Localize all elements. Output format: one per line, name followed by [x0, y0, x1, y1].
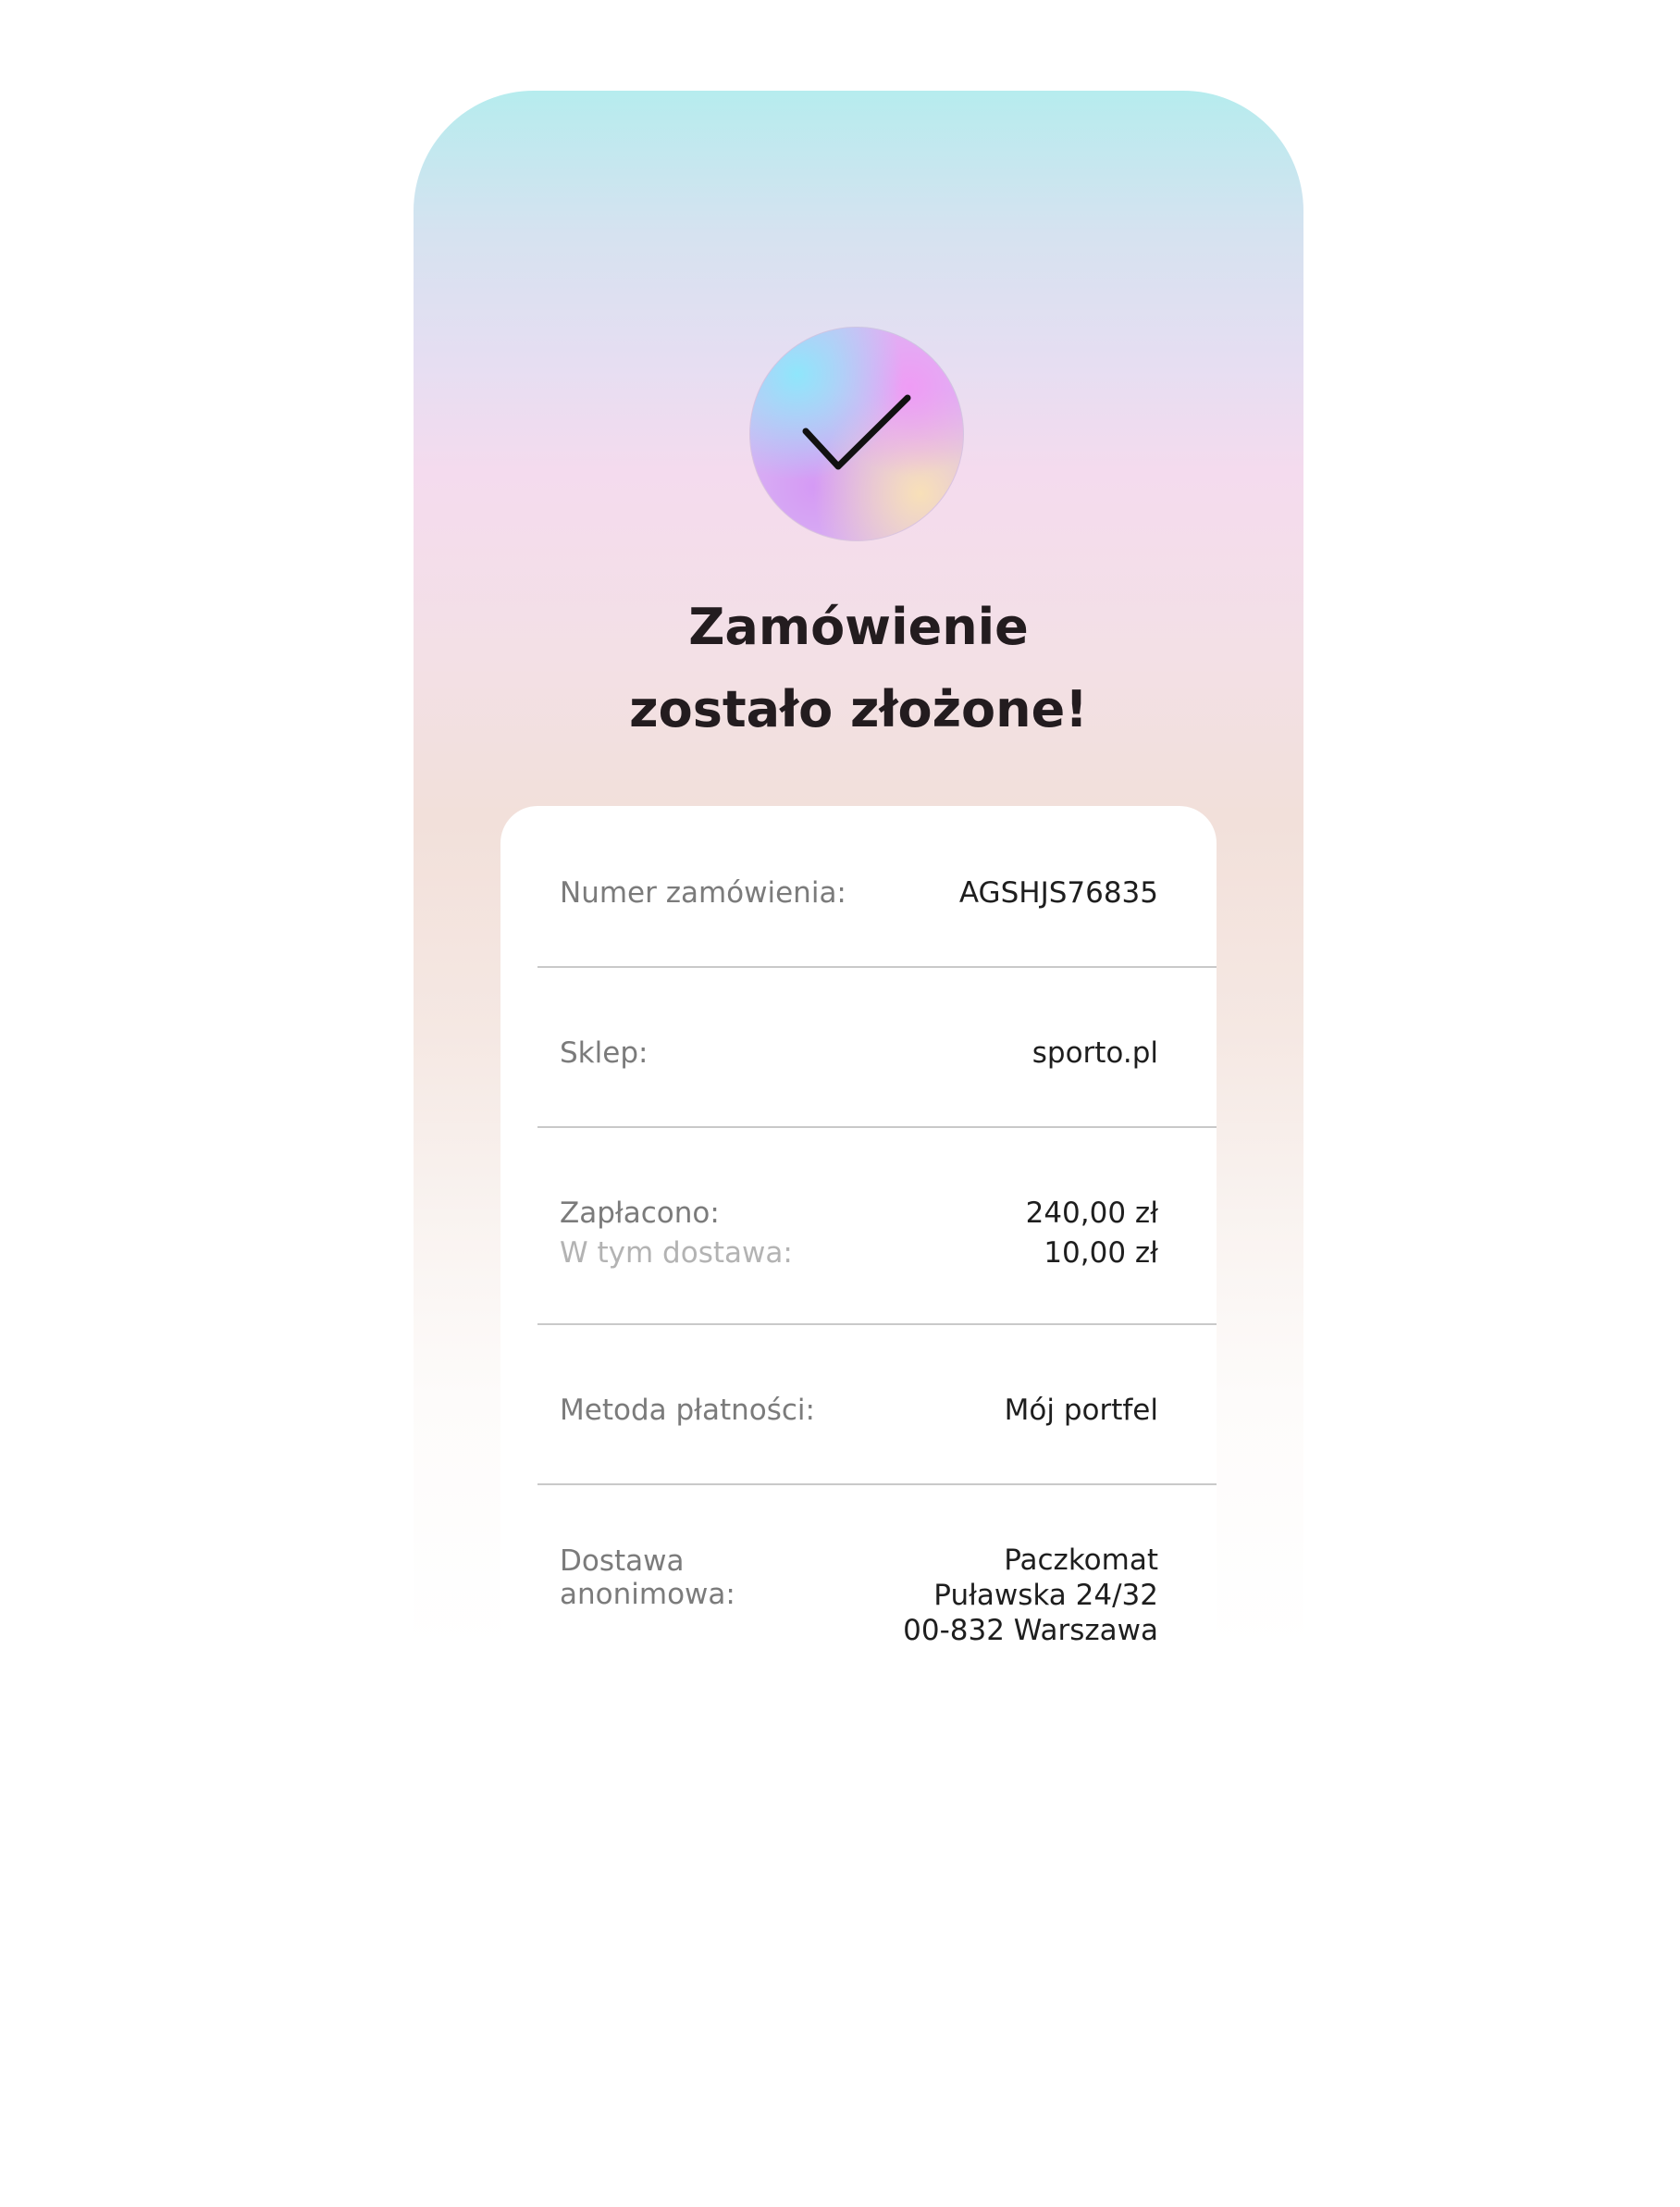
delivery-value-line3: 00-832 Warszawa — [903, 1614, 1158, 1647]
paid-label: Zapłacono: — [560, 1196, 720, 1230]
row-order-number: Numer zamówienia: AGSHJS76835 — [537, 806, 1217, 968]
success-badge — [750, 328, 963, 540]
delivery-value-line2: Puławska 24/32 — [933, 1579, 1158, 1612]
order-summary-card: Numer zamówienia: AGSHJS76835 Sklep: spo… — [500, 806, 1217, 1800]
paid-value: 240,00 zł — [1025, 1196, 1158, 1230]
checkmark-icon — [802, 394, 911, 470]
delivery-label-line2: anonimowa: — [560, 1578, 735, 1611]
page-title-line2: zostało złożone! — [629, 680, 1088, 738]
shipping-included-value: 10,00 zł — [1044, 1236, 1158, 1270]
order-number-label: Numer zamówienia: — [560, 876, 846, 910]
payment-method-label: Metoda płatności: — [560, 1394, 815, 1427]
row-payment-amount: Zapłacono: 240,00 zł W tym dostawa: 10,0… — [537, 1128, 1217, 1325]
row-delivery: Dostawa anonimowa: Paczkomat Puławska 24… — [537, 1485, 1217, 1763]
page-title-line1: Zamówienie — [688, 598, 1029, 656]
payment-method-value: Mój portfel — [1004, 1394, 1158, 1427]
shop-label: Sklep: — [560, 1036, 649, 1070]
row-payment-method: Metoda płatności: Mój portfel — [537, 1325, 1217, 1485]
order-confirmation-screen: Zamówienie zostało złożone! Numer zamówi… — [414, 91, 1303, 1904]
shop-value: sporto.pl — [1031, 1036, 1158, 1070]
delivery-label-line1: Dostawa — [560, 1544, 685, 1578]
delivery-value-line1: Paczkomat — [1004, 1544, 1158, 1577]
shipping-included-label: W tym dostawa: — [560, 1236, 793, 1270]
row-shop: Sklep: sporto.pl — [537, 968, 1217, 1128]
order-number-value: AGSHJS76835 — [958, 876, 1158, 910]
